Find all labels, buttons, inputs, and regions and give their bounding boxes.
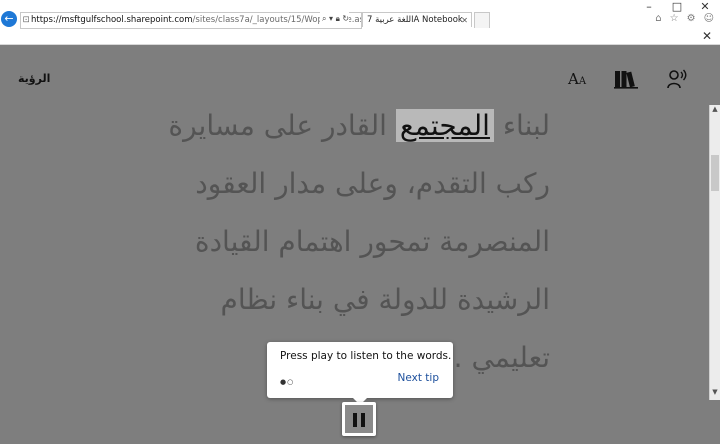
back-arrow-icon[interactable]: ← bbox=[1, 11, 17, 27]
browser-tab[interactable]: اللغة عربية 7A Notebook ✕ bbox=[362, 12, 472, 27]
text-line: لبناء المجتمع القادر على مسايرة bbox=[100, 97, 550, 155]
pause-bar bbox=[353, 413, 357, 427]
dropdown-icon[interactable]: ▾ bbox=[329, 14, 333, 23]
tip-popup: Press play to listen to the words. ●○ Ne… bbox=[267, 342, 453, 405]
page-icon: ⊡ bbox=[22, 15, 30, 25]
scroll-up-icon[interactable]: ▲ bbox=[710, 105, 720, 117]
favorites-icon[interactable]: ☆ bbox=[670, 13, 679, 24]
text-segment: لبناء bbox=[493, 109, 550, 142]
browser-titlebar: – □ ✕ ← ⊡https://msftgulfschool.sharepoi… bbox=[0, 0, 720, 30]
voice-options-icon[interactable] bbox=[666, 69, 688, 93]
text-preferences-icon[interactable]: AA bbox=[568, 70, 586, 88]
scrollbar[interactable]: ▲ ▼ bbox=[709, 105, 720, 400]
text-segment: القادر على مسايرة bbox=[168, 109, 396, 142]
browser-toolbar: ⌂ ☆ ⚙ ☺ bbox=[655, 13, 714, 24]
close-reader-icon[interactable]: ✕ bbox=[702, 29, 712, 43]
scroll-down-icon[interactable]: ▼ bbox=[710, 388, 720, 396]
address-row: ← ⊡https://msftgulfschool.sharepoint.com… bbox=[0, 11, 720, 29]
text-line: ركب التقدم، وعلى مدار العقود bbox=[195, 167, 550, 200]
scroll-thumb[interactable] bbox=[711, 155, 719, 191]
tip-pagination-dots: ●○ bbox=[280, 378, 295, 386]
tab-title: اللغة عربية 7A Notebook bbox=[367, 15, 463, 25]
url-host: https://msftgulfschool.sharepoint.com bbox=[31, 15, 193, 25]
address-bar[interactable]: ⊡https://msftgulfschool.sharepoint.com/s… bbox=[20, 12, 362, 29]
tip-message: Press play to listen to the words. bbox=[280, 350, 452, 362]
text-line: المنصرمة تمحور اهتمام القيادة bbox=[194, 225, 550, 258]
grammar-options-icon[interactable] bbox=[614, 69, 638, 93]
address-bar-icons: ⌕ ▾ 🔒︎ ↻ bbox=[320, 11, 350, 26]
text-line: الرشيدة للدولة في بناء نظام bbox=[220, 283, 551, 316]
home-icon[interactable]: ⌂ bbox=[655, 13, 661, 24]
settings-icon[interactable]: ⚙ bbox=[687, 13, 696, 24]
lock-icon: 🔒︎ bbox=[335, 14, 340, 23]
pause-icon bbox=[345, 405, 373, 433]
immersive-reader: الرؤية AA لبناء المجتمع القادر على مساير… bbox=[0, 45, 710, 444]
tab-close-icon[interactable]: ✕ bbox=[461, 13, 468, 27]
refresh-icon[interactable]: ↻ bbox=[342, 14, 349, 23]
reader-close-bar: ✕ bbox=[0, 29, 720, 45]
play-pause-button[interactable] bbox=[342, 402, 376, 436]
pause-bar bbox=[361, 413, 365, 427]
search-icon[interactable]: ⌕ bbox=[322, 14, 326, 23]
vision-label: الرؤية bbox=[18, 72, 51, 85]
new-tab-button[interactable] bbox=[474, 12, 490, 28]
highlighted-word[interactable]: المجتمع bbox=[395, 109, 494, 142]
next-tip-link[interactable]: Next tip bbox=[398, 372, 440, 384]
smiley-icon[interactable]: ☺ bbox=[704, 13, 714, 24]
